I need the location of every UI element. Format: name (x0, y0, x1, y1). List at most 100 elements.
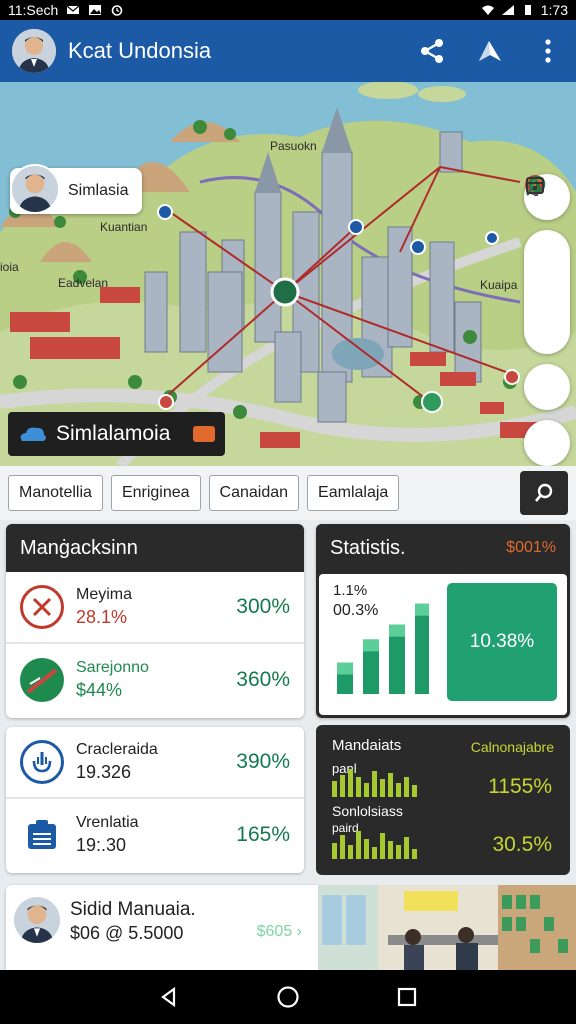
tab-2[interactable]: Enriginea (110, 475, 201, 511)
sparkbars-2 (332, 831, 417, 859)
management-panel: Manġacksinn Meyima 28.1% 300% Sarejonno … (6, 524, 304, 718)
row-sub: 28.1% (76, 607, 128, 627)
more-menu-button[interactable] (532, 35, 564, 67)
row-pct: 390% (236, 750, 290, 773)
shop-layer-button[interactable] (525, 177, 559, 304)
map-label-1: Pasuokn (270, 139, 317, 153)
statistics-panel: Statistis. $001% 1.1% 00.3% 10.38% (316, 524, 570, 718)
row-name: Meyima (76, 586, 133, 603)
status-time: 11:Sech (8, 2, 59, 18)
calendar-icon (526, 177, 544, 194)
statistics-title: Statistis. (330, 536, 406, 559)
tab-4[interactable]: Eamlalaja (307, 475, 400, 511)
sparkbars-1 (332, 769, 417, 797)
chart-trend-icon (20, 658, 64, 702)
tab-3[interactable]: Canaidan (208, 475, 300, 511)
map-layer-group (524, 175, 570, 354)
bar-cap-1 (337, 662, 353, 675)
map-banner[interactable]: Simlalamoia (8, 412, 225, 456)
search-area-button[interactable] (524, 175, 570, 410)
image-icon (89, 5, 102, 15)
app-title: Kcat Undonsia (68, 38, 212, 63)
activity-row-2[interactable]: Vrenlatia 19:.30 165% (6, 799, 304, 871)
status-bar: 11:Sech 1:73 (0, 0, 576, 20)
status-clock: 1:73 (540, 2, 568, 18)
profile-name: Sidid Manuaia. (70, 899, 196, 920)
office-image (318, 885, 576, 970)
park-layer-button[interactable] (529, 178, 559, 346)
map-location-chip[interactable]: Simlasia (10, 164, 143, 214)
search-button[interactable] (520, 471, 568, 515)
battery-icon (524, 5, 531, 15)
profile-avatar (14, 897, 60, 943)
management-title: Manġacksinn (6, 524, 304, 572)
pin-layer-button[interactable] (525, 175, 559, 262)
stat-tile[interactable]: 10.38% (447, 583, 557, 701)
city-map[interactable]: Simlasia Pasuokn Kuantian ioia Eadvelan … (0, 82, 576, 466)
statistics-badge: $001% (506, 539, 556, 556)
metrics-row2-value: 30.5% (492, 833, 552, 856)
statistics-bar-chart (337, 603, 429, 694)
recents-icon[interactable] (396, 986, 418, 1008)
row-name: Sarejonno (76, 659, 149, 676)
more-vert-icon (545, 39, 551, 63)
row-sub: 19.326 (76, 762, 132, 782)
metrics-row1-value: 1155% (488, 775, 552, 798)
row-pct: 165% (236, 823, 290, 846)
bar-cap-4 (415, 603, 429, 616)
metrics-panel: Mandaiats Calnonajabre panl 1155% Sonlol… (316, 725, 570, 875)
profile-card[interactable]: Sidid Manuaia. $06 @ 5.5000 $605 › (6, 885, 318, 970)
system-nav-bar (0, 970, 576, 1024)
cloud-icon (20, 427, 46, 441)
signal-icon (501, 5, 514, 15)
calendar-button[interactable] (524, 177, 570, 466)
person-avatar-icon (12, 29, 56, 73)
map-label-2: Kuantian (100, 220, 148, 234)
share-button[interactable] (416, 35, 448, 67)
gauge-icon (20, 740, 64, 784)
management-row-2[interactable]: Sarejonno $44% 360% (6, 644, 304, 716)
share-icon (421, 39, 443, 63)
person-avatar-icon (12, 166, 58, 212)
person-avatar-icon (14, 897, 60, 943)
row-pct: 360% (236, 668, 290, 691)
office-photo (318, 885, 576, 970)
chip-avatar (10, 164, 60, 214)
app-bar: Kcat Undonsia (0, 20, 576, 82)
row-sub: $44% (76, 680, 123, 700)
map-controls (524, 174, 570, 466)
bar-cap-3 (389, 624, 405, 637)
map-label-3: ioia (0, 260, 19, 274)
statistics-body: 1.1% 00.3% 10.38% (319, 574, 567, 715)
navigation-icon (479, 41, 501, 61)
row-name: Vrenlatia (76, 814, 139, 831)
wifi-icon (481, 5, 494, 15)
bar-cap-2 (363, 639, 379, 652)
map-label-4: Eadvelan (58, 276, 109, 290)
alarm-icon (112, 5, 123, 16)
navigate-button[interactable] (474, 35, 506, 67)
user-avatar[interactable] (12, 29, 56, 73)
metrics-title: Mandaiats (332, 737, 402, 754)
statistics-header: Statistis. $001% (316, 524, 570, 572)
metrics-title-right: Calnonajabre (470, 739, 554, 755)
bar-4 (415, 603, 429, 694)
home-icon[interactable] (276, 985, 300, 1009)
tab-1[interactable]: Manotellia (8, 475, 103, 511)
row-sub: 19:.30 (76, 835, 127, 855)
mail-icon (66, 5, 80, 14)
row-pct: 300% (236, 595, 290, 618)
map-label-5: Kuaipa (480, 278, 518, 292)
activity-row-1[interactable]: Cracleraida 19.326 390% (6, 727, 304, 799)
metrics-row2-label: Sonlolsiass (332, 803, 403, 819)
banner-badge-icon (193, 426, 215, 442)
management-row-1[interactable]: Meyima 28.1% 300% (6, 572, 304, 644)
chip-label: Simlasia (68, 182, 129, 199)
row-name: Cracleraida (76, 741, 158, 758)
clipboard-icon (20, 813, 64, 857)
back-icon[interactable] (158, 986, 180, 1008)
search-icon (535, 483, 553, 502)
activity-panel: Cracleraida 19.326 390% Vrenlatia 19:.30… (6, 727, 304, 873)
profile-link[interactable]: $605 › (257, 923, 302, 941)
filter-tabs: Manotellia Enriginea Canaidan Eamlalaja (0, 466, 576, 520)
